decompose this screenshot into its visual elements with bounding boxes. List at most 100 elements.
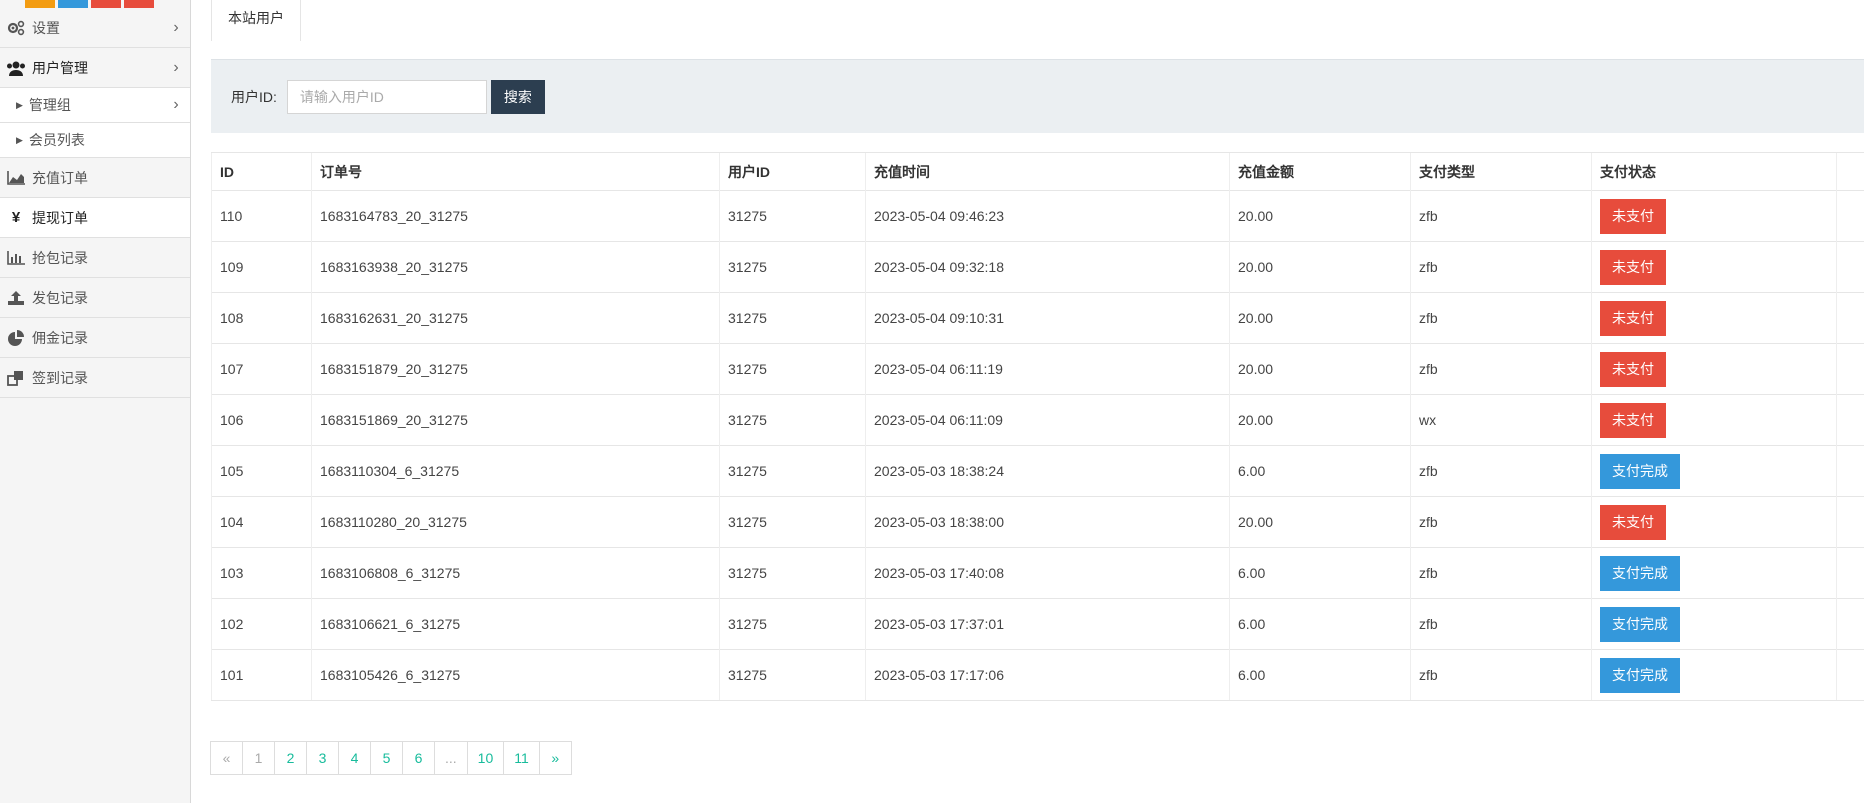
page-button-4[interactable]: 4: [338, 741, 371, 775]
cell-extra: [1836, 598, 1864, 650]
status-badge[interactable]: 未支付: [1600, 249, 1666, 285]
table-row: 108 1683162631_20_31275 31275 2023-05-04 09…: [211, 292, 1864, 344]
status-badge[interactable]: 未支付: [1600, 402, 1666, 438]
sidebar-item-commission-records[interactable]: 佣金记录: [0, 318, 190, 358]
upload-icon: [0, 290, 32, 306]
cell-order-no: 1683164783_20_31275: [311, 190, 720, 242]
status-badge[interactable]: 未支付: [1600, 300, 1666, 336]
cell-user-id: 31275: [719, 496, 866, 548]
cell-user-id: 31275: [719, 649, 866, 701]
status-badge[interactable]: 支付完成: [1600, 555, 1680, 591]
table-row: 101 1683105426_6_31275 31275 2023-05-03 17:…: [211, 649, 1864, 701]
clone-icon: [0, 370, 32, 386]
table-row: 106 1683151869_20_31275 31275 2023-05-04 06…: [211, 394, 1864, 446]
search-button[interactable]: 搜索: [490, 79, 545, 114]
cell-id: 103: [211, 547, 312, 599]
top-button-blue[interactable]: [58, 0, 88, 8]
gears-icon: [0, 20, 32, 36]
sidebar-item-label: 签到记录: [32, 369, 88, 386]
sidebar-item-withdraw-orders[interactable]: ¥ 提现订单: [0, 198, 190, 238]
status-badge[interactable]: 未支付: [1600, 351, 1666, 387]
cell-id: 104: [211, 496, 312, 548]
page-button-2[interactable]: 2: [274, 741, 307, 775]
sidebar-item-recharge-orders[interactable]: 充值订单: [0, 158, 190, 198]
users-icon: [0, 60, 32, 76]
cell-pay-type: zfb: [1410, 445, 1592, 497]
cell-pay-type: zfb: [1410, 496, 1592, 548]
sidebar-item-label: 设置: [32, 19, 60, 36]
yen-icon: ¥: [11, 209, 21, 226]
bar-chart-icon: [0, 250, 32, 265]
cell-recharge-time: 2023-05-03 17:40:08: [865, 547, 1230, 599]
sidebar-top-buttons: [0, 0, 190, 8]
sidebar-subitem-member-list[interactable]: ▶ 会员列表: [0, 123, 190, 158]
sidebar-subitem-admin-group[interactable]: ▶ 管理组 ›: [0, 88, 190, 123]
cell-recharge-time: 2023-05-04 06:11:09: [865, 394, 1230, 446]
sidebar-item-label: 提现订单: [32, 209, 88, 226]
status-badge[interactable]: 未支付: [1600, 198, 1666, 234]
page-next-button[interactable]: »: [538, 741, 572, 775]
sidebar-item-grab-records[interactable]: 抢包记录: [0, 238, 190, 278]
cell-user-id: 31275: [719, 190, 866, 242]
top-button-orange[interactable]: [25, 0, 55, 8]
column-header-pay-status: 支付状态: [1591, 152, 1837, 191]
page-button-5[interactable]: 5: [370, 741, 403, 775]
cell-extra: [1836, 445, 1864, 497]
user-id-label: 用户ID:: [231, 88, 277, 105]
cell-id: 109: [211, 241, 312, 293]
cell-amount: 6.00: [1229, 649, 1411, 701]
tab-bar: 本站用户: [211, 0, 1864, 41]
cell-amount: 20.00: [1229, 190, 1411, 242]
chevron-right-icon: ›: [173, 58, 179, 76]
tab-site-users[interactable]: 本站用户: [211, 0, 301, 41]
cell-order-no: 1683162631_20_31275: [311, 292, 720, 344]
cell-recharge-time: 2023-05-04 09:46:23: [865, 190, 1230, 242]
cell-order-no: 1683110280_20_31275: [311, 496, 720, 548]
status-badge[interactable]: 支付完成: [1600, 657, 1680, 693]
sidebar-item-user-management[interactable]: 用户管理 ›: [0, 48, 190, 88]
cell-amount: 20.00: [1229, 292, 1411, 344]
cell-order-no: 1683163938_20_31275: [311, 241, 720, 293]
sidebar-item-send-records[interactable]: 发包记录: [0, 278, 190, 318]
column-header-order-no: 订单号: [311, 152, 720, 191]
cell-user-id: 31275: [719, 445, 866, 497]
sidebar-item-label: 用户管理: [32, 59, 88, 76]
cell-pay-type: zfb: [1410, 343, 1592, 395]
cell-recharge-time: 2023-05-03 18:38:24: [865, 445, 1230, 497]
table-header-row: ID 订单号 用户ID 充值时间 充值金额 支付类型 支付状态: [211, 152, 1864, 191]
user-id-input[interactable]: [286, 79, 487, 114]
top-button-red-2[interactable]: [124, 0, 154, 8]
cell-pay-type: wx: [1410, 394, 1592, 446]
page-button-3[interactable]: 3: [306, 741, 339, 775]
cell-user-id: 31275: [719, 241, 866, 293]
page-button-6[interactable]: 6: [402, 741, 435, 775]
cell-recharge-time: 2023-05-03 17:17:06: [865, 649, 1230, 701]
page-button-1: 1: [242, 741, 275, 775]
sidebar-item-checkin-records[interactable]: 签到记录: [0, 358, 190, 398]
table-row: 109 1683163938_20_31275 31275 2023-05-04 09…: [211, 241, 1864, 293]
table-row: 104 1683110280_20_31275 31275 2023-05-03 18…: [211, 496, 1864, 548]
cell-user-id: 31275: [719, 598, 866, 650]
column-header-recharge-time: 充值时间: [865, 152, 1230, 191]
cell-pay-status: 支付完成: [1591, 598, 1837, 650]
sidebar-item-label: 充值订单: [32, 169, 88, 186]
cell-user-id: 31275: [719, 292, 866, 344]
top-button-red[interactable]: [91, 0, 121, 8]
cell-pay-type: zfb: [1410, 241, 1592, 293]
table-row: 105 1683110304_6_31275 31275 2023-05-03 18:…: [211, 445, 1864, 497]
page-button-10[interactable]: 10: [466, 741, 505, 775]
cell-pay-type: zfb: [1410, 649, 1592, 701]
cell-pay-type: zfb: [1410, 598, 1592, 650]
table-row: 103 1683106808_6_31275 31275 2023-05-03 17:…: [211, 547, 1864, 599]
status-badge[interactable]: 支付完成: [1600, 606, 1680, 642]
cell-pay-status: 支付完成: [1591, 649, 1837, 701]
status-badge[interactable]: 未支付: [1600, 504, 1666, 540]
cell-amount: 6.00: [1229, 547, 1411, 599]
cell-id: 110: [211, 190, 312, 242]
cell-recharge-time: 2023-05-04 06:11:19: [865, 343, 1230, 395]
status-badge[interactable]: 支付完成: [1600, 453, 1680, 489]
cell-extra: [1836, 292, 1864, 344]
cell-recharge-time: 2023-05-03 18:38:00: [865, 496, 1230, 548]
sidebar-item-settings[interactable]: 设置 ›: [0, 8, 190, 48]
page-button-11[interactable]: 11: [503, 741, 540, 775]
